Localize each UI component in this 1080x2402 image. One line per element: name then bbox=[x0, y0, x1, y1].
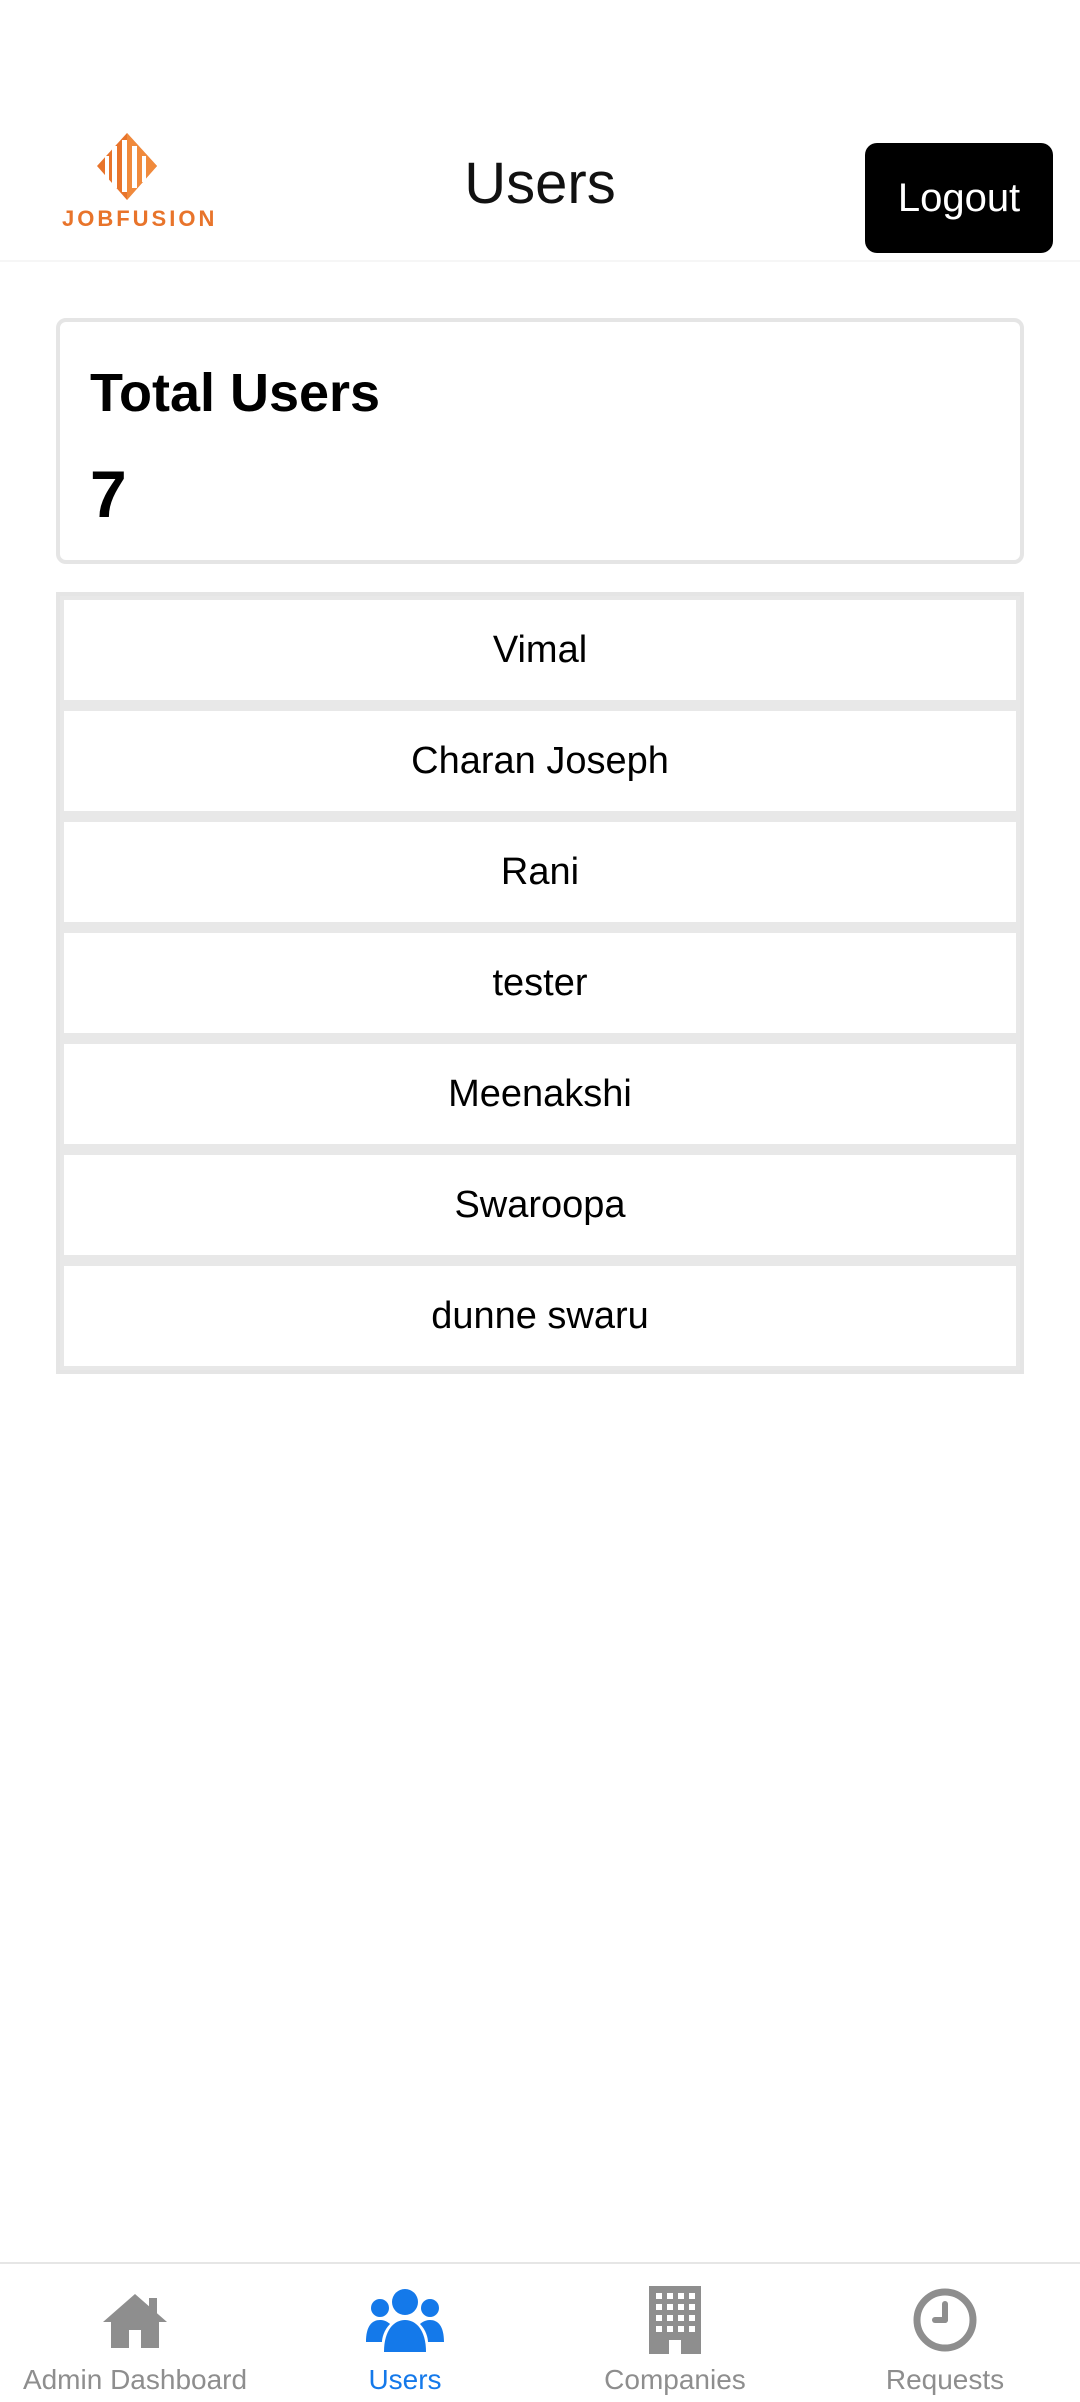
app-header: JOBFUSION Users Logout bbox=[0, 0, 1080, 262]
nav-item-users[interactable]: Users bbox=[270, 2264, 540, 2402]
nav-item-admin-dashboard[interactable]: Admin Dashboard bbox=[0, 2264, 270, 2402]
nav-label: Admin Dashboard bbox=[22, 2364, 248, 2395]
list-item[interactable]: Rani bbox=[64, 822, 1016, 922]
nav-label: Users bbox=[368, 2364, 442, 2395]
clock-icon bbox=[810, 2282, 1080, 2358]
home-icon bbox=[0, 2282, 270, 2358]
list-item[interactable]: Meenakshi bbox=[64, 1044, 1016, 1144]
bottom-nav: Admin Dashboard Users Companies Requests bbox=[0, 2262, 1080, 2400]
list-item[interactable]: Swaroopa bbox=[64, 1155, 1016, 1255]
total-users-card: Total Users 7 bbox=[56, 318, 1024, 564]
total-users-label: Total Users bbox=[90, 363, 381, 423]
user-list: Vimal Charan Joseph Rani tester Meenaksh… bbox=[56, 592, 1024, 1374]
nav-label: Requests bbox=[885, 2364, 1005, 2395]
list-item[interactable]: dunne swaru bbox=[64, 1266, 1016, 1366]
logout-button[interactable]: Logout bbox=[865, 143, 1053, 253]
total-users-count: 7 bbox=[90, 457, 127, 531]
list-item[interactable]: tester bbox=[64, 933, 1016, 1033]
building-icon bbox=[540, 2282, 810, 2358]
list-item[interactable]: Charan Joseph bbox=[64, 711, 1016, 811]
nav-item-companies[interactable]: Companies bbox=[540, 2264, 810, 2402]
nav-item-requests[interactable]: Requests bbox=[810, 2264, 1080, 2402]
users-icon bbox=[270, 2282, 540, 2358]
list-item[interactable]: Vimal bbox=[64, 600, 1016, 700]
nav-label: Companies bbox=[604, 2364, 746, 2395]
